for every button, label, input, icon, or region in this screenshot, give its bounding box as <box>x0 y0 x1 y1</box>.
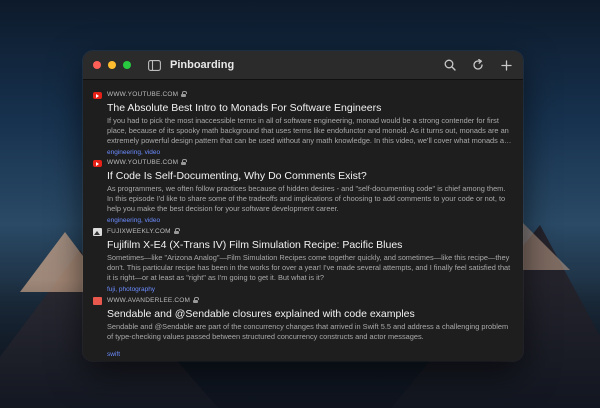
youtube-favicon-icon <box>93 92 102 99</box>
titlebar: Pinboarding <box>83 51 523 80</box>
avanderlee-favicon-icon <box>93 297 102 305</box>
lock-icon <box>193 297 200 303</box>
bookmark-domain-row: FUJIXWEEKLY.COM <box>107 226 513 236</box>
lock-icon <box>181 91 188 97</box>
bookmark-description-text: As programmers, we often follow practice… <box>107 184 506 214</box>
lock-icon <box>173 228 180 234</box>
bookmark-item[interactable]: WWW.YOUTUBE.COM The Absolute Best Intro … <box>83 80 523 156</box>
search-icon[interactable] <box>443 58 457 72</box>
add-icon[interactable] <box>499 58 513 72</box>
bookmark-item[interactable]: WWW.AVANDERLEE.COM Sendable and @Sendabl… <box>83 286 523 358</box>
minimize-icon[interactable] <box>108 61 116 69</box>
bookmark-description: Sometimes—like "Arizona Analog"—Film Sim… <box>107 253 513 283</box>
bookmark-title[interactable]: Fujifilm X-E4 (X-Trans IV) Film Simulati… <box>107 238 513 252</box>
bookmark-tags[interactable]: swift <box>107 350 513 359</box>
app-window: Pinboarding WWW.YOUTUBE.COM The Absolute… <box>83 51 523 361</box>
bookmark-description: Sendable and @Sendable are part of the c… <box>107 322 513 343</box>
bookmark-description: As programmers, we often follow practice… <box>107 184 513 214</box>
bookmark-domain-row: WWW.YOUTUBE.COM <box>107 157 513 167</box>
bookmark-description-text: Sometimes—like "Arizona Analog"—Film Sim… <box>107 253 511 283</box>
bookmark-description-text: If you had to pick the most inaccessible… <box>107 116 513 146</box>
bookmark-domain-row: WWW.YOUTUBE.COM <box>107 89 513 99</box>
bookmark-item[interactable]: WWW.YOUTUBE.COM If Code Is Self-Document… <box>83 148 523 224</box>
bookmark-list: WWW.YOUTUBE.COM The Absolute Best Intro … <box>83 80 523 358</box>
close-icon[interactable] <box>93 61 101 69</box>
bookmark-domain-row: WWW.AVANDERLEE.COM <box>107 295 513 305</box>
bookmark-title[interactable]: The Absolute Best Intro to Monads For So… <box>107 101 513 115</box>
fujixweekly-favicon-icon <box>93 228 102 236</box>
refresh-icon[interactable] <box>471 58 485 72</box>
toolbar <box>443 51 513 79</box>
bookmark-item[interactable]: FUJIXWEEKLY.COM Fujifilm X-E4 (X-Trans I… <box>83 217 523 293</box>
window-title: Pinboarding <box>170 59 235 71</box>
bookmark-domain: WWW.AVANDERLEE.COM <box>107 296 191 304</box>
bookmark-domain: WWW.YOUTUBE.COM <box>107 90 179 98</box>
bookmark-title[interactable]: If Code Is Self-Documenting, Why Do Comm… <box>107 169 513 183</box>
youtube-favicon-icon <box>93 160 102 167</box>
zoom-icon[interactable] <box>123 61 131 69</box>
lock-icon <box>181 159 188 165</box>
bookmark-domain: FUJIXWEEKLY.COM <box>107 227 171 235</box>
sidebar-toggle-icon[interactable] <box>147 58 161 72</box>
bookmark-domain: WWW.YOUTUBE.COM <box>107 158 179 166</box>
bookmark-description-text: Sendable and @Sendable are part of the c… <box>107 322 509 342</box>
bookmark-description: If you had to pick the most inaccessible… <box>107 116 513 146</box>
bookmark-title[interactable]: Sendable and @Sendable closures explaine… <box>107 307 513 321</box>
traffic-lights <box>93 61 131 69</box>
